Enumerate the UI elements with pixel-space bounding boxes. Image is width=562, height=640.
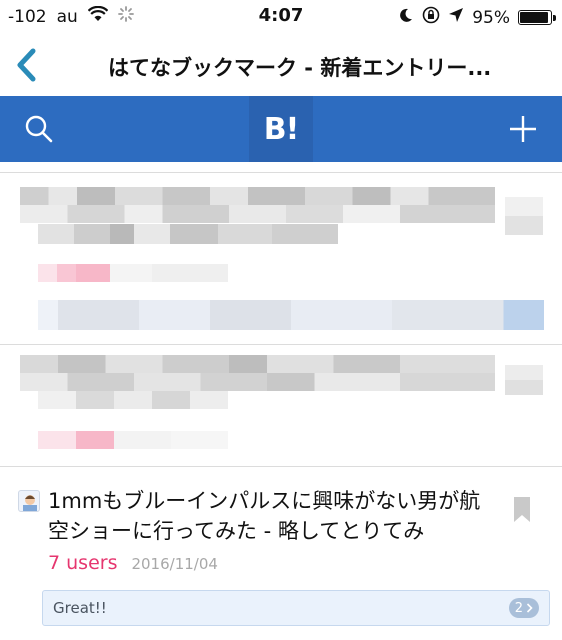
battery-icon bbox=[518, 10, 556, 25]
comment-preview[interactable]: Great!! 2 bbox=[42, 590, 550, 626]
redacted-comment-box bbox=[38, 300, 544, 330]
entry-date: 2016/11/04 bbox=[131, 555, 218, 573]
bookmark-icon[interactable] bbox=[512, 496, 532, 524]
search-button[interactable] bbox=[22, 112, 56, 146]
entry-meta: 7 users 2016/11/04 bbox=[48, 552, 218, 574]
comment-count: 2 bbox=[514, 600, 523, 616]
site-favicon bbox=[18, 490, 40, 512]
battery-fill bbox=[520, 12, 549, 23]
redacted-thumb bbox=[505, 365, 543, 395]
comment-text: Great!! bbox=[53, 599, 107, 617]
redacted-entry-2[interactable] bbox=[0, 345, 562, 465]
redacted-thumb bbox=[505, 197, 543, 235]
redacted-users bbox=[38, 264, 228, 282]
search-icon bbox=[25, 115, 53, 143]
status-bar: -102 au 4:07 95% bbox=[0, 0, 562, 34]
redacted-title-line-2 bbox=[20, 373, 495, 391]
entry-feed[interactable]: 1mmもブルーインパルスに興味がない男が航空ショーに行ってみた - 略してとりて… bbox=[0, 162, 562, 640]
status-right: 95% bbox=[398, 6, 556, 29]
comment-count-badge[interactable]: 2 bbox=[508, 598, 539, 618]
redacted-title-line-2 bbox=[20, 205, 495, 223]
hatena-logo[interactable]: B! bbox=[249, 96, 313, 162]
page-title: はてなブックマーク - 新着エントリー... bbox=[108, 56, 492, 80]
entry-title[interactable]: 1mmもブルーインパルスに興味がない男が航空ショーに行ってみた - 略してとりて… bbox=[48, 486, 498, 546]
chevron-left-icon bbox=[17, 48, 36, 82]
redacted-users bbox=[38, 431, 228, 449]
chevron-right-icon bbox=[526, 603, 533, 613]
add-bookmark-button[interactable] bbox=[506, 112, 540, 146]
entry-item[interactable]: 1mmもブルーインパルスに興味がない男が航空ショーに行ってみた - 略してとりて… bbox=[0, 466, 562, 640]
bookmark-users-count[interactable]: 7 users bbox=[48, 552, 117, 574]
app-toolbar: B! bbox=[0, 96, 562, 162]
navigation-bar: はてなブックマーク - 新着エントリー... bbox=[0, 34, 562, 96]
redacted-title-line-3 bbox=[38, 391, 228, 409]
redacted-title-line-3 bbox=[38, 224, 338, 244]
redacted-entry-1[interactable] bbox=[0, 172, 562, 344]
plus-icon bbox=[510, 116, 536, 142]
lock-rotation-icon bbox=[422, 6, 440, 29]
location-arrow-icon bbox=[448, 7, 464, 28]
redacted-title-line-1 bbox=[20, 355, 495, 373]
back-button[interactable] bbox=[10, 46, 42, 84]
moon-icon bbox=[398, 7, 414, 28]
redacted-title-line-1 bbox=[20, 187, 495, 205]
battery-percent: 95% bbox=[472, 7, 510, 28]
